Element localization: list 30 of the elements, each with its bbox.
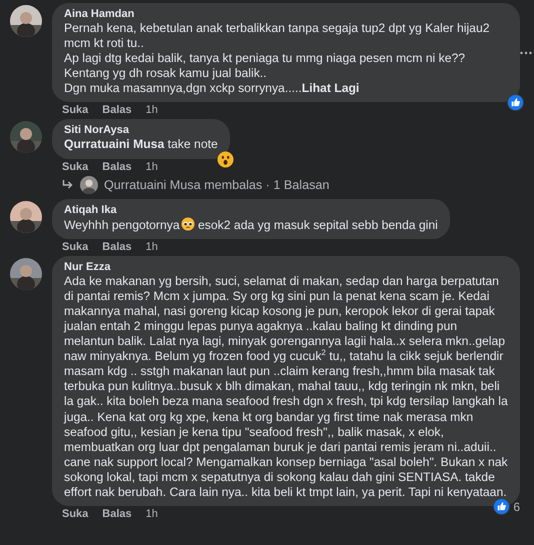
like-link[interactable]: Suka: [62, 160, 88, 173]
reply-arrow-icon: [62, 180, 74, 190]
like-link[interactable]: Suka: [62, 508, 88, 520]
more-options-icon[interactable]: [520, 50, 532, 55]
pleading-face-icon: [180, 216, 195, 231]
reaction-count: 6: [513, 500, 521, 514]
like-icon[interactable]: [507, 94, 524, 112]
author-name[interactable]: Aina Hamdan: [64, 8, 508, 21]
reply-link[interactable]: Balas: [102, 240, 132, 253]
comment-text: Qurratuaini Musa take note: [64, 137, 218, 153]
view-replies-link[interactable]: Qurratuaini Musa membalas · 1 Balasan: [104, 178, 330, 192]
like-link[interactable]: Suka: [62, 104, 88, 116]
author-name[interactable]: Nur Ezza: [64, 260, 508, 274]
reply-link[interactable]: Balas: [102, 508, 132, 520]
comment-text: Pernah kena, kebetulan anak terbalikkan tanpa segaja tup2 dpt yg Kaler hijau2 mcm kt roti tu.. Ap lagi dtg kedai balik, tanya kt peniaga tu mmg niaga pesen mcm ni ke?? Kentang yg dh rosak kamu jual balik.. Dgn muka masamnya,dgn xckp sorrynya.....Lihat Lagi: [64, 21, 491, 96]
comment-text: Weyhhh pengotornya: [64, 218, 180, 232]
wow-face-icon[interactable]: [216, 150, 234, 168]
author-name[interactable]: Atiqah Ika: [64, 204, 438, 217]
reply-link[interactable]: Balas: [102, 160, 132, 173]
timestamp: 1h: [146, 160, 158, 173]
like-link[interactable]: Suka: [62, 240, 88, 253]
like-icon[interactable]: [493, 498, 510, 516]
comment-text: esok2 ada yg masuk sepital sebb benda gini: [197, 218, 438, 232]
timestamp: 1h: [146, 240, 158, 253]
timestamp: 1h: [146, 508, 158, 520]
see-more-link[interactable]: Lihat Lagi: [302, 81, 360, 96]
timestamp: 1h: [146, 104, 158, 116]
author-name[interactable]: Siti NorAysa: [64, 124, 218, 138]
comment-text: Ada ke makanan yg bersih, suci, selamat di makan, sedap dan harga berpatutan di pantai remis? Mcm x jumpa. Sy org kg sini pun la penat kena scam je. Kedai makannya mahal, nasi goreng kicap kosong je pun, keropok lekor di gerai tapak jualan entah 2 minggu lepas punya agaknya ..kalau baling kt dinding pun melantun balik. Lalat nya lagi, minyak gorengannya lagii hala..x selera mkn..gelap naw minyaknya. Belum yg frozen food yg cucuk$^{2}$ tu,, tatahu la cikk sejuk berlendir masam kdg .. sstgh makanan laut pun ..claim kerang fresh,,hmm bila masak tak terbuka pun kulitnya..busuk x blh dimakan, mahal tauu,, kdg teringin nk mkn, beli la gak.. kita boleh beza mana seafood fresh dgn x fresh, tpi kdg tersilap langkah la juga.. Kena kat org kg xpe, kena kt org bandar yg first time nak merasa mkn seafood gitu,, kesian je kena tipu "seafood fresh",, balik masak, x elok, membuatkan org luar dpt pengalaman buruk je dari pantai remis jeram ni..aduii.. cane nak support local? Mengamalkan konsep berniaga "asal boleh". Bukan x nak sokong lokal, tapi mcm x sepatutnya di sokong kalau dah gini SENTIASA. takde effort nak berubah. Cara lain nya.. kita beli kt tmpt lain, ya perit. Tapi ni kenyataan.: [64, 274, 508, 500]
reply-link[interactable]: Balas: [102, 104, 132, 116]
